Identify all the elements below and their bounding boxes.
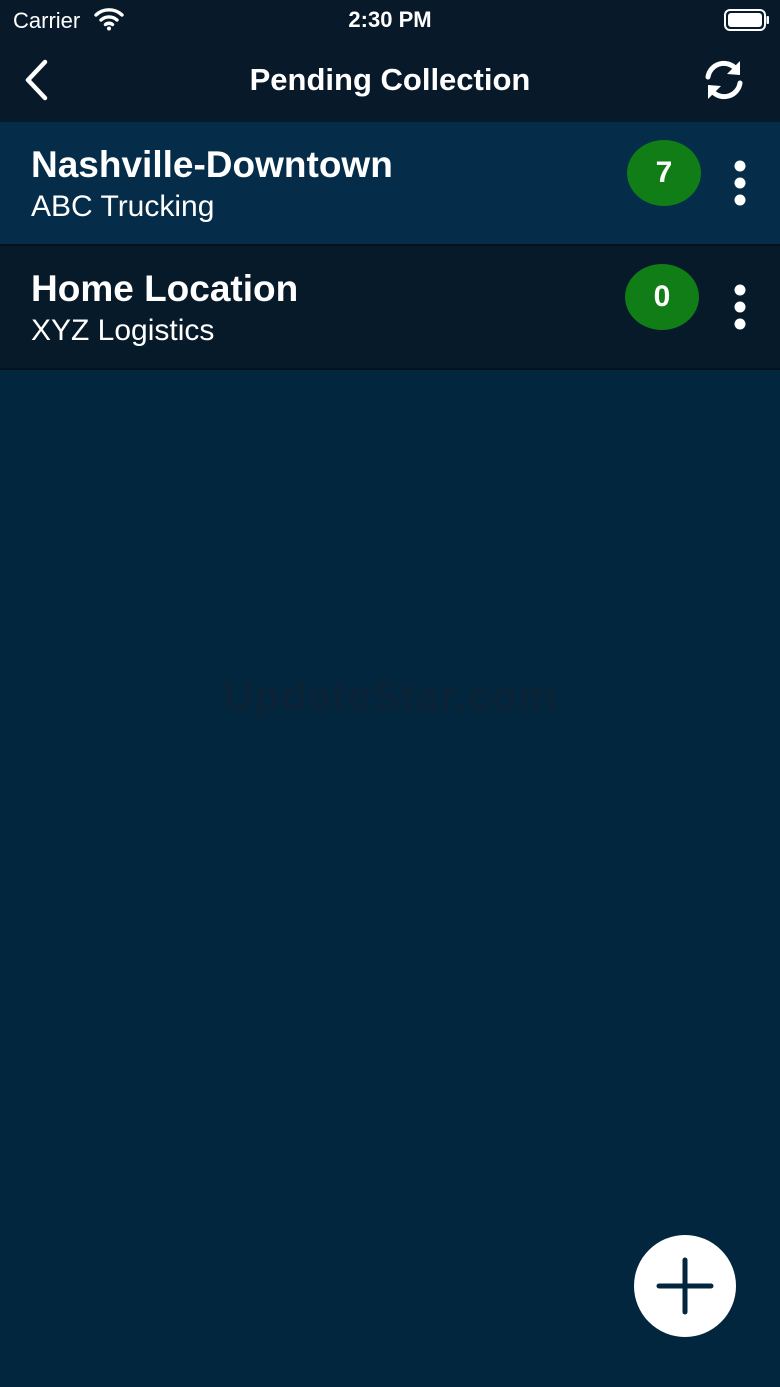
location-list: Nashville-Downtown ABC Trucking 7 Home L… [0,122,780,370]
refresh-icon [705,60,743,100]
plus-icon [656,1257,714,1315]
battery-icon [724,9,769,31]
clock: 2:30 PM [348,7,432,32]
page-title: Pending Collection [249,62,531,97]
count-badge: 0 [625,264,699,330]
location-name: Nashville-Downtown [31,144,393,185]
list-item[interactable]: Nashville-Downtown ABC Trucking 7 [0,122,780,246]
list-item[interactable]: Home Location XYZ Logistics 0 [0,246,780,370]
more-vertical-icon [734,160,746,206]
refresh-button[interactable] [696,52,752,108]
more-options-button[interactable] [722,282,758,332]
add-button[interactable] [634,1235,736,1337]
navigation-bar: Pending Collection [0,42,780,122]
more-options-button[interactable] [722,158,758,208]
more-vertical-icon [734,284,746,330]
watermark: UpdateStar.com [223,672,557,719]
location-name: Home Location [31,268,299,309]
status-bar: Carrier 2:30 PM [0,0,780,42]
count-badge: 7 [627,140,701,206]
company-name: XYZ Logistics [31,314,215,347]
company-name: ABC Trucking [31,190,215,223]
